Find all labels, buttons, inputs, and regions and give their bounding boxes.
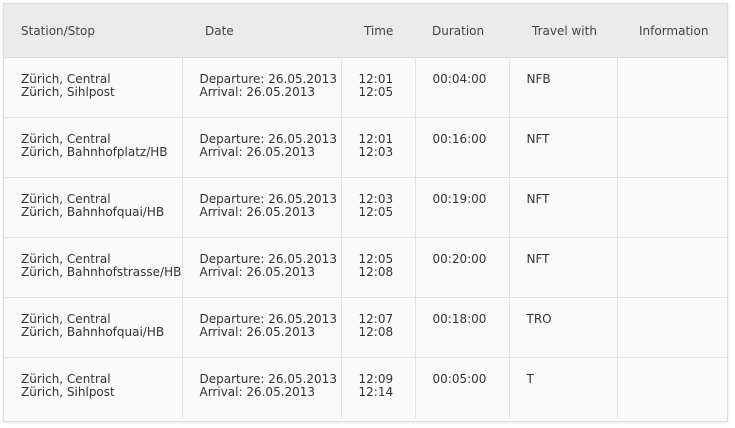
information-cell [616,117,727,178]
information-cell [616,237,727,298]
arrival-time: 12:05 [358,205,394,219]
time-cell: 12:09 12:14 [340,357,415,418]
table-row[interactable]: Zürich, Central Zürich, Bahnhofplatz/HB De… [4,117,727,178]
arrival-time: 12:05 [358,85,394,99]
date-cell: Departure: 26.05.2013 Arrival: 26.05.2013 [181,297,341,358]
information-cell [616,177,727,238]
arrival-date: Arrival: 26.05.2013 [199,385,316,399]
date-cell: Departure: 26.05.2013 Arrival: 26.05.2013 [181,177,341,238]
arrival-date: Arrival: 26.05.2013 [199,205,316,219]
information-cell [616,57,727,118]
to-station: Zürich, Bahnhofquai/HB [21,205,165,219]
information-cell [616,297,727,358]
station-cell: Zürich, Central Zürich, Sihlpost [4,358,182,418]
travel-with-cell: NFB [508,57,617,118]
column-header-station[interactable]: Station/Stop [4,4,182,58]
table-header-row: Station/Stop Date Time Duration Travel w… [4,4,727,58]
station-cell: Zürich, Central Zürich, Bahnhofquai/HB [4,297,182,358]
date-cell: Departure: 26.05.2013 Arrival: 26.05.2013 [181,57,341,118]
arrival-date: Arrival: 26.05.2013 [199,265,316,279]
arrival-time: 12:03 [358,145,394,159]
table-row[interactable]: Zürich, Central Zürich, Bahnhofquai/HB Dep… [4,177,727,238]
duration-cell: 00:16:00 [414,117,509,178]
column-header-travel-with[interactable]: Travel with [509,4,617,58]
station-cell: Zürich, Central Zürich, Bahnhofstrasse/HB [4,237,182,298]
duration-cell: 00:19:00 [414,177,509,238]
to-station: Zürich, Sihlpost [21,385,115,399]
duration-cell: 00:04:00 [414,57,509,118]
date-cell: Departure: 26.05.2013 Arrival: 26.05.2013 [181,357,341,418]
travel-with-cell: T [508,357,617,418]
date-cell: Departure: 26.05.2013 Arrival: 26.05.2013 [181,117,341,178]
arrival-time: 12:08 [358,265,394,279]
time-cell: 12:01 12:03 [340,117,415,178]
column-header-date[interactable]: Date [182,4,341,58]
arrival-date: Arrival: 26.05.2013 [199,145,316,159]
travel-with-cell: NFT [508,117,617,178]
time-cell: 12:07 12:08 [340,297,415,358]
to-station: Zürich, Bahnhofstrasse/HB [21,265,182,279]
station-cell: Zürich, Central Zürich, Sihlpost [4,57,182,118]
duration-cell: 00:18:00 [414,297,509,358]
duration-cell: 00:20:00 [414,237,509,298]
time-cell: 12:01 12:05 [340,57,415,118]
to-station: Zürich, Sihlpost [21,85,115,99]
station-cell: Zürich, Central Zürich, Bahnhofquai/HB [4,177,182,238]
travel-with-cell: TRO [508,297,617,358]
connections-table-panel: Station/Stop Date Time Duration Travel w… [3,3,728,422]
time-cell: 12:03 12:05 [340,177,415,238]
travel-with-cell: NFT [508,177,617,238]
table-row[interactable]: Zürich, Central Zürich, Sihlpost Departure… [4,57,727,118]
time-cell: 12:05 12:08 [340,237,415,298]
station-cell: Zürich, Central Zürich, Bahnhofplatz/HB [4,117,182,178]
arrival-date: Arrival: 26.05.2013 [199,85,316,99]
information-cell [616,357,727,418]
to-station: Zürich, Bahnhofquai/HB [21,325,165,339]
table-row[interactable]: Zürich, Central Zürich, Bahnhofstrasse/HB… [4,237,727,298]
arrival-date: Arrival: 26.05.2013 [199,325,316,339]
travel-with-cell: NFT [508,237,617,298]
table-row[interactable]: Zürich, Central Zürich, Sihlpost Departure… [4,357,727,418]
arrival-time: 12:08 [358,325,394,339]
to-station: Zürich, Bahnhofplatz/HB [21,145,168,159]
column-header-duration[interactable]: Duration [415,4,509,58]
arrival-time: 12:14 [358,385,394,399]
date-cell: Departure: 26.05.2013 Arrival: 26.05.2013 [181,237,341,298]
column-header-information[interactable]: Information [617,4,727,58]
connections-table: Station/Stop Date Time Duration Travel w… [4,4,727,418]
column-header-time[interactable]: Time [341,4,415,58]
table-row[interactable]: Zürich, Central Zürich, Bahnhofquai/HB Dep… [4,297,727,358]
duration-cell: 00:05:00 [414,357,509,418]
